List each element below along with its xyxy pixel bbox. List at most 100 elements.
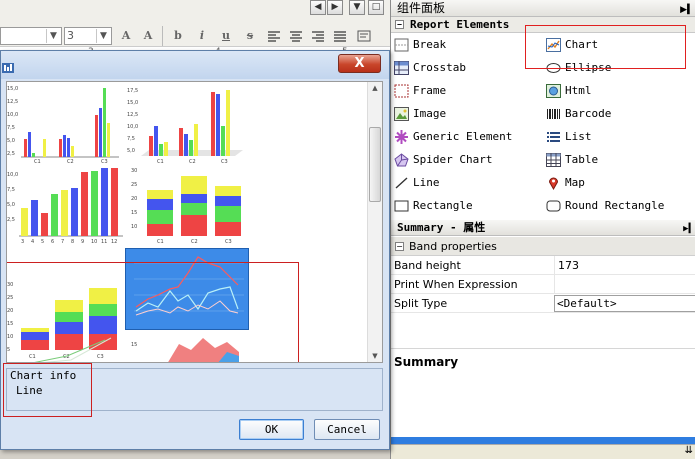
palette-item-spider-chart[interactable]: Spider Chart [391, 149, 541, 171]
font-name-combo[interactable]: ▼ [0, 27, 62, 45]
palette-item-label: Crosstab [413, 61, 466, 74]
cancel-label: Cancel [327, 423, 367, 436]
palette-item-label: Generic Element [413, 130, 513, 143]
prop-row-split-type[interactable]: Split Type <Default> [391, 294, 695, 313]
svg-text:12: 12 [111, 239, 117, 244]
svg-text:17,5: 17,5 [127, 88, 138, 94]
strikethrough-button[interactable]: s [240, 26, 260, 46]
collapse-icon[interactable]: − [395, 242, 404, 251]
palette-item-crosstab[interactable]: Crosstab [391, 57, 541, 79]
section-title: Report Elements [410, 18, 510, 31]
svg-text:C3: C3 [221, 159, 228, 164]
align-left-icon[interactable] [264, 26, 284, 46]
palette-item-label: Html [565, 84, 592, 97]
svg-text:C1: C1 [157, 239, 164, 244]
align-center-icon[interactable] [286, 26, 306, 46]
prop-value-print-when[interactable] [554, 275, 695, 294]
svg-text:25: 25 [131, 182, 137, 188]
svg-text:2,5: 2,5 [7, 217, 15, 223]
svg-text:15: 15 [131, 210, 137, 216]
list-icon [547, 132, 560, 142]
paragraph-icon[interactable] [354, 26, 374, 46]
svg-text:4: 4 [31, 239, 34, 244]
svg-text:15,0: 15,0 [7, 86, 18, 92]
prop-row-print-when[interactable]: Print When Expression [391, 275, 695, 294]
palette-item-round-rectangle[interactable]: Round Rectangle [543, 195, 693, 217]
palette-item-label: Barcode [565, 107, 612, 120]
palette-item-generic-element[interactable]: Generic Element [391, 126, 541, 148]
palette-item-barcode[interactable]: Barcode [543, 103, 693, 125]
maximize-icon[interactable]: □ [368, 0, 384, 15]
palette-item-label: Rectangle [413, 199, 473, 212]
svg-text:C1: C1 [157, 159, 164, 164]
svg-text:7,5: 7,5 [7, 187, 15, 193]
palette-item-label: Break [413, 38, 447, 51]
expand-icon[interactable]: ⇊ [685, 445, 693, 456]
increase-font-icon[interactable]: A [116, 26, 136, 46]
svg-text:C3: C3 [101, 159, 108, 164]
cancel-button[interactable]: Cancel [314, 419, 380, 440]
frame-icon [394, 84, 409, 98]
band-properties-title: Band properties [409, 240, 497, 253]
chart-thumb-xy-bar[interactable]: 10,0 7,5 5,0 2,5 3 4 5 6 7 8 9 10 11 12 [7, 166, 125, 245]
line-icon [395, 177, 408, 189]
pin-icon[interactable]: ▶▍ [683, 221, 694, 237]
scroll-thumb[interactable] [369, 127, 381, 202]
svg-text:10,0: 10,0 [7, 172, 18, 178]
increase-font-glyph: A [121, 29, 131, 42]
scroll-left-icon[interactable]: ◀ [310, 0, 326, 15]
svg-text:30: 30 [131, 168, 137, 174]
split-type-select[interactable]: <Default> [554, 295, 695, 312]
palette-item-line[interactable]: Line [391, 172, 541, 194]
palette-item-image[interactable]: Image [391, 103, 541, 125]
palette-item-map[interactable]: Map [543, 172, 693, 194]
band-properties-header[interactable]: − Band properties [391, 237, 695, 256]
svg-text:6: 6 [51, 239, 54, 244]
dropdown-icon[interactable]: ▼ [349, 0, 365, 15]
table-icon [546, 153, 561, 167]
decrease-font-icon[interactable]: A [138, 26, 158, 46]
palette-item-break[interactable]: Break [391, 34, 541, 56]
dialog-titlebar[interactable]: X [1, 51, 389, 79]
font-size-combo[interactable]: 3 ▼ [64, 27, 112, 45]
palette-item-html[interactable]: Html [543, 80, 693, 102]
ok-button[interactable]: OK [239, 419, 304, 440]
palette-item-label: Map [565, 176, 585, 189]
map-icon [548, 177, 559, 190]
palette-title-text: 组件面板 [397, 1, 446, 15]
palette-item-table[interactable]: Table [543, 149, 693, 171]
palette-item-rectangle[interactable]: Rectangle [391, 195, 541, 217]
svg-text:15,0: 15,0 [127, 100, 138, 106]
scroll-up-icon[interactable]: ▲ [370, 84, 380, 92]
palette-item-list[interactable]: List [543, 126, 693, 148]
collapse-icon[interactable]: − [395, 20, 404, 29]
chart-type-list[interactable]: 15,0 12,5 10,0 7,5 5,0 2,5 C1 C2 C3 17,5 15,0 12,… [6, 81, 383, 363]
prop-row-band-height[interactable]: Band height 173 [391, 256, 695, 275]
component-palette: 组件面板 ▶▍ − Report Elements Break Chart Cro… [390, 0, 695, 220]
scroll-down-icon[interactable]: ▼ [370, 352, 380, 360]
chart-thumb-bar-3d[interactable]: 17,5 15,0 12,5 10,0 7,5 5,0 C1 C2 C3 [127, 84, 247, 165]
prop-key: Print When Expression [394, 278, 518, 291]
italic-button[interactable]: i [192, 26, 212, 46]
italic-glyph: i [199, 29, 205, 42]
svg-text:10,0: 10,0 [127, 124, 138, 130]
svg-text:11: 11 [101, 239, 107, 244]
align-right-icon[interactable] [308, 26, 328, 46]
rectangle-icon [394, 200, 409, 212]
chart-thumb-bar[interactable]: 15,0 12,5 10,0 7,5 5,0 2,5 C1 C2 C3 [7, 84, 125, 165]
prop-key: Split Type [394, 297, 448, 310]
chart-thumb-stacked-bar[interactable]: 30 25 20 15 10 C1 C2 C3 [127, 166, 249, 245]
palette-item-frame[interactable]: Frame [391, 80, 541, 102]
svg-text:5,0: 5,0 [127, 148, 135, 154]
chevron-down-icon: ▼ [96, 29, 110, 43]
svg-text:7,5: 7,5 [7, 125, 15, 131]
scroll-right-icon[interactable]: ▶ [327, 0, 343, 15]
close-button[interactable]: X [338, 54, 381, 73]
vertical-scrollbar[interactable]: ▲ ▼ [367, 82, 382, 362]
prop-value-band-height[interactable]: 173 [554, 256, 695, 275]
underline-button[interactable]: u [216, 26, 236, 46]
properties-title: Summary - 属性 ▶▍ [391, 220, 695, 236]
svg-text:C2: C2 [189, 159, 196, 164]
bold-button[interactable]: b [168, 26, 188, 46]
align-justify-icon[interactable] [330, 26, 350, 46]
